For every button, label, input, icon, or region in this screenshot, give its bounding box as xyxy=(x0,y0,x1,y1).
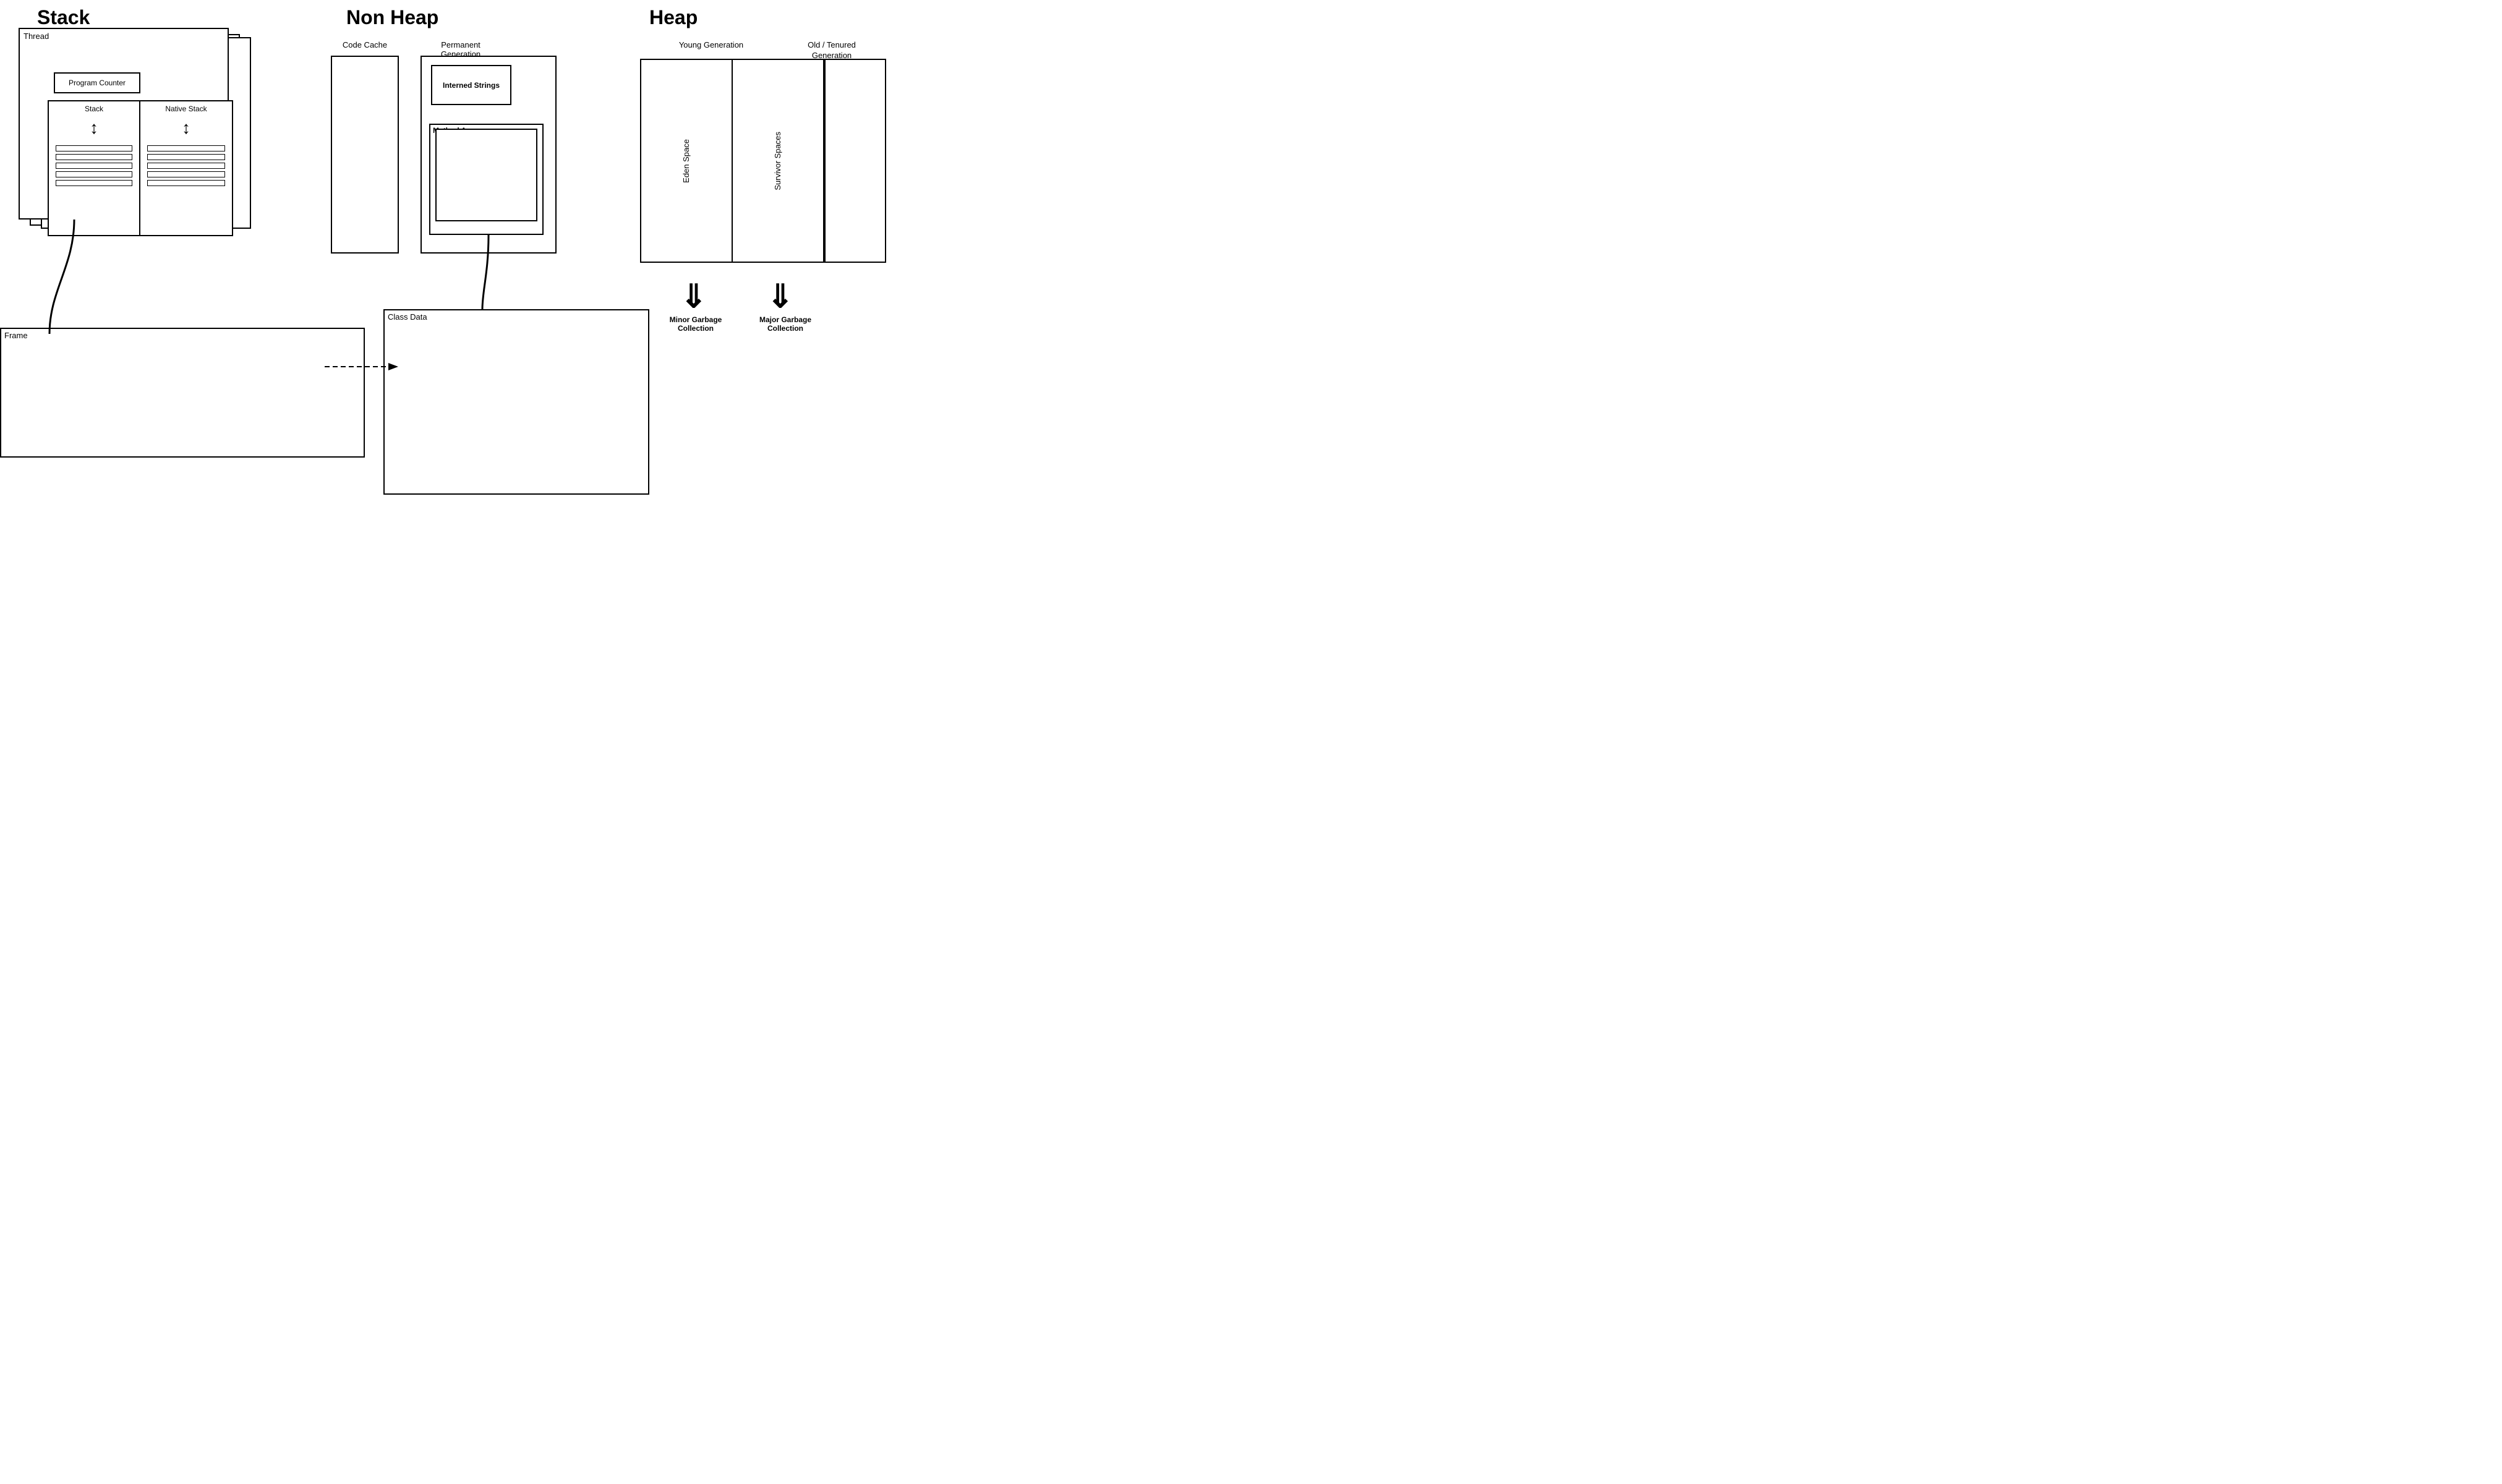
native-line-3 xyxy=(147,163,225,169)
young-generation-label: Young Generation xyxy=(649,40,773,49)
ma-inner-box xyxy=(435,129,537,221)
stack-line-3 xyxy=(56,163,132,169)
stack-lines xyxy=(56,145,132,189)
old-tenured-label: Old / Tenured Generation xyxy=(792,40,872,61)
stack-col-label: Stack xyxy=(85,104,103,113)
native-line-1 xyxy=(147,145,225,151)
major-gc-arrow-icon: ⇓ xyxy=(767,278,794,315)
stack-arrow-icon: ↕ xyxy=(90,118,98,138)
minor-gc-label: Minor Garbage Collection xyxy=(665,315,727,333)
native-stack-arrow-icon: ↕ xyxy=(182,118,190,138)
code-cache-label: Code Cache xyxy=(337,40,393,49)
program-counter-box: Program Counter xyxy=(54,72,140,93)
minor-gc-arrow-icon: ⇓ xyxy=(680,278,707,315)
stack-title: Stack xyxy=(37,6,90,29)
thread-box: Thread Program Counter Stack ↕ Native xyxy=(19,28,229,220)
survivor-spaces-column: Survivor Spaces xyxy=(732,59,824,263)
native-stack-label: Native Stack xyxy=(165,104,207,113)
interned-strings-box: Interned Strings xyxy=(431,65,511,105)
frame-box: Frame xyxy=(0,328,365,458)
class-data-box: Class Data xyxy=(383,309,649,495)
stack-column: Stack ↕ xyxy=(49,101,140,235)
code-cache-box xyxy=(331,56,399,254)
native-line-5 xyxy=(147,180,225,186)
stack-line-5 xyxy=(56,180,132,186)
heap-title: Heap xyxy=(649,6,698,29)
stack-line-2 xyxy=(56,154,132,160)
interned-strings-label: Interned Strings xyxy=(443,81,500,90)
native-stack-lines xyxy=(147,145,225,189)
native-line-4 xyxy=(147,171,225,177)
nonheap-title: Non Heap xyxy=(346,6,438,29)
stack-line-4 xyxy=(56,171,132,177)
class-data-label: Class Data xyxy=(388,312,427,322)
old-generation-box xyxy=(824,59,886,263)
native-stack-column: Native Stack ↕ xyxy=(140,101,232,235)
major-gc-label: Major Garbage Collection xyxy=(751,315,819,333)
eden-space-label: Eden Space xyxy=(681,139,691,183)
stack-native-area: Stack ↕ Native Stack ↕ xyxy=(48,100,233,236)
eden-space-column: Eden Space xyxy=(640,59,733,263)
frame-label: Frame xyxy=(4,331,28,340)
thread-label: Thread xyxy=(23,32,49,41)
program-counter-label: Program Counter xyxy=(69,79,126,87)
native-line-2 xyxy=(147,154,225,160)
stack-line-1 xyxy=(56,145,132,151)
survivor-spaces-label: Survivor Spaces xyxy=(773,132,782,190)
